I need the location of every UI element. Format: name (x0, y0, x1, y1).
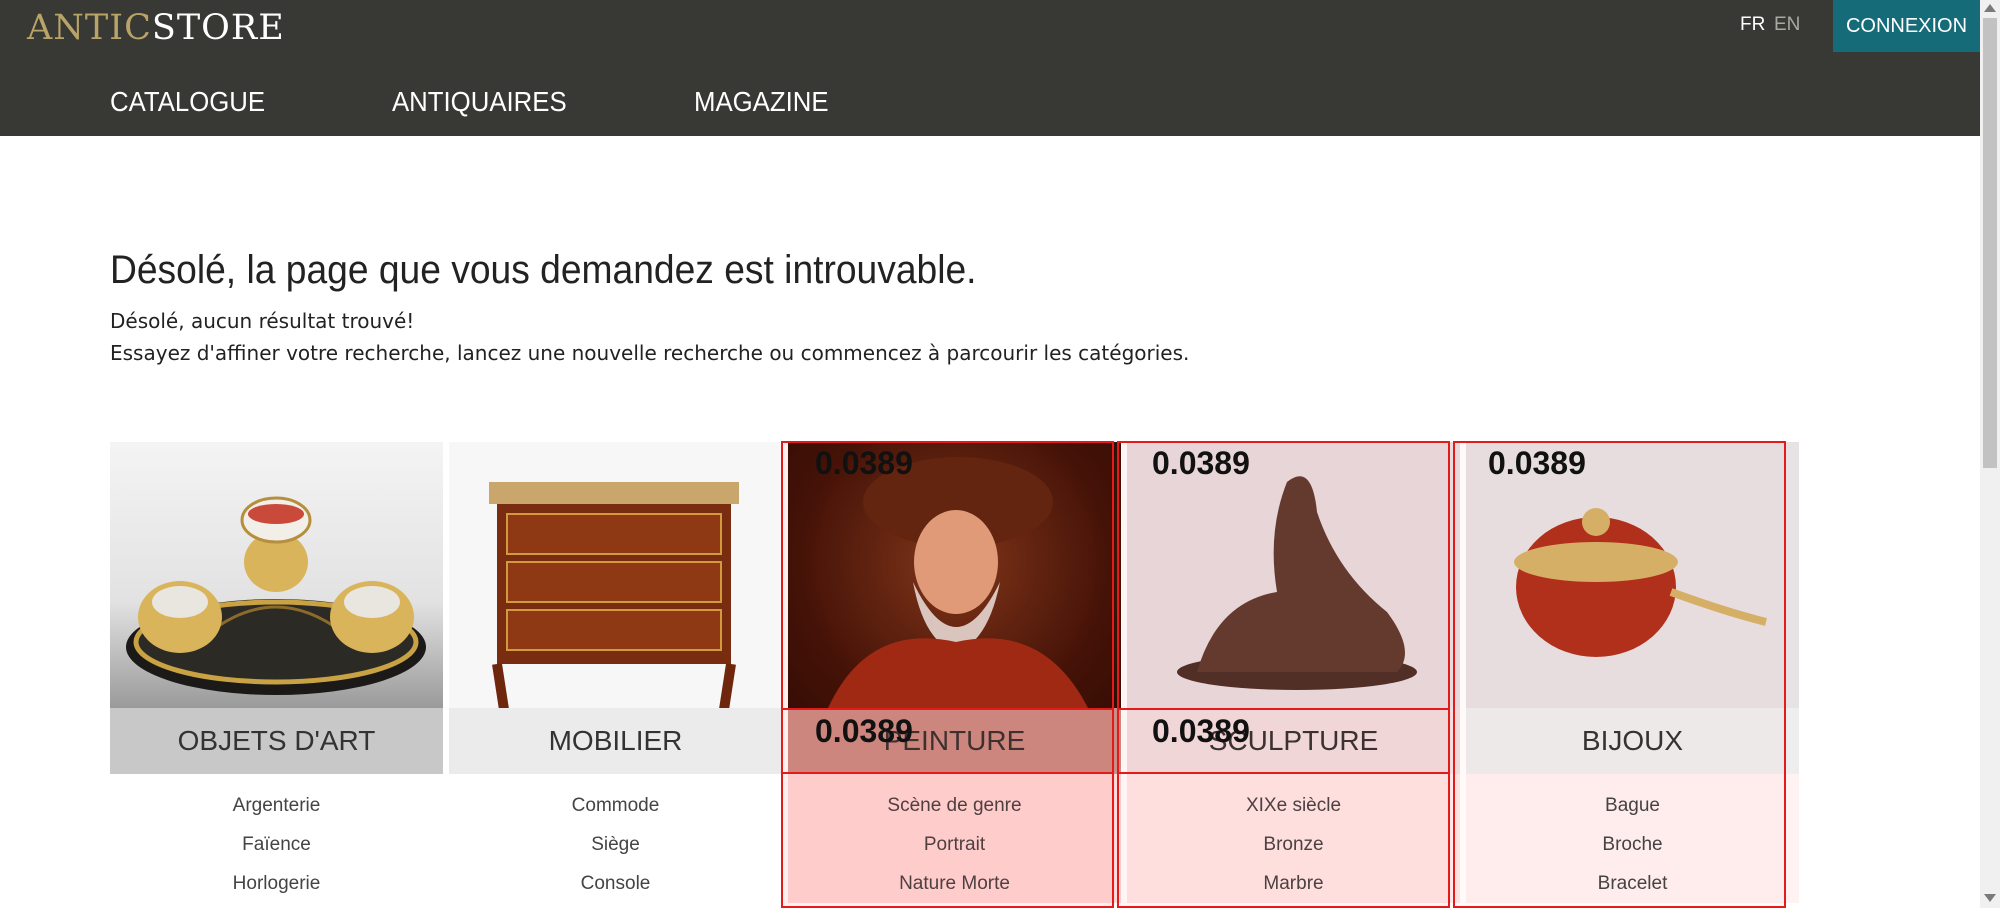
lang-en-link[interactable]: EN (1774, 14, 1800, 36)
subcategory-link[interactable]: Horlogerie (110, 864, 443, 903)
top-bar: ANTICSTORE FR EN CONNEXION CATALOGUE ANT… (0, 0, 1980, 136)
overlay-score: 0.0389 (815, 445, 913, 481)
overlay-score: 0.0389 (1152, 445, 1250, 481)
subcategory-list: Argenterie Faïence Horlogerie (110, 774, 443, 903)
nav-antiquaires[interactable]: ANTIQUAIRES (392, 86, 567, 118)
scroll-thumb[interactable] (1983, 18, 1997, 468)
category-image-mobilier[interactable] (449, 442, 782, 708)
overlay-score: 0.0389 (1488, 445, 1586, 481)
page-title: Désolé, la page que vous demandez est in… (110, 248, 977, 292)
subcategory-link[interactable]: Commode (449, 786, 782, 825)
category-title[interactable]: OBJETS D'ART (110, 708, 443, 774)
category-card-objets-d-art[interactable]: OBJETS D'ART Argenterie Faïence Horloger… (110, 442, 443, 903)
nav-magazine[interactable]: MAGAZINE (694, 86, 829, 118)
no-result-message: Désolé, aucun résultat trouvé! (110, 309, 415, 333)
site-logo[interactable]: ANTICSTORE (27, 8, 285, 48)
subcategory-link[interactable]: Faïence (110, 825, 443, 864)
commode-image (489, 482, 739, 708)
overlay-score: 0.0389 (815, 713, 913, 749)
scroll-up-arrow-icon[interactable] (1984, 4, 1996, 12)
overlay-box-sculpture (1117, 441, 1450, 908)
nav-catalogue[interactable]: CATALOGUE (110, 86, 265, 118)
category-image-objets-d-art[interactable] (110, 442, 443, 708)
login-button[interactable]: CONNEXION (1833, 0, 1980, 52)
subcategory-list: Commode Siège Console (449, 774, 782, 903)
search-hint-message: Essayez d'affiner votre recherche, lance… (110, 341, 1190, 365)
logo-part-2: STORE (151, 8, 285, 48)
overlay-box-bijoux (1453, 441, 1786, 908)
scroll-down-arrow-icon[interactable] (1984, 894, 1996, 902)
category-card-mobilier[interactable]: MOBILIER Commode Siège Console (449, 442, 782, 903)
overlay-score: 0.0389 (1152, 713, 1250, 749)
overlay-box-peinture (781, 441, 1114, 908)
subcategory-link[interactable]: Console (449, 864, 782, 903)
category-title[interactable]: MOBILIER (449, 708, 782, 774)
lang-fr-link[interactable]: FR (1740, 14, 1765, 36)
subcategory-link[interactable]: Siège (449, 825, 782, 864)
subcategory-link[interactable]: Argenterie (110, 786, 443, 825)
inkstand-image (126, 496, 426, 695)
page-scrollbar[interactable] (1980, 0, 2000, 908)
logo-part-1: ANTIC (27, 8, 152, 48)
